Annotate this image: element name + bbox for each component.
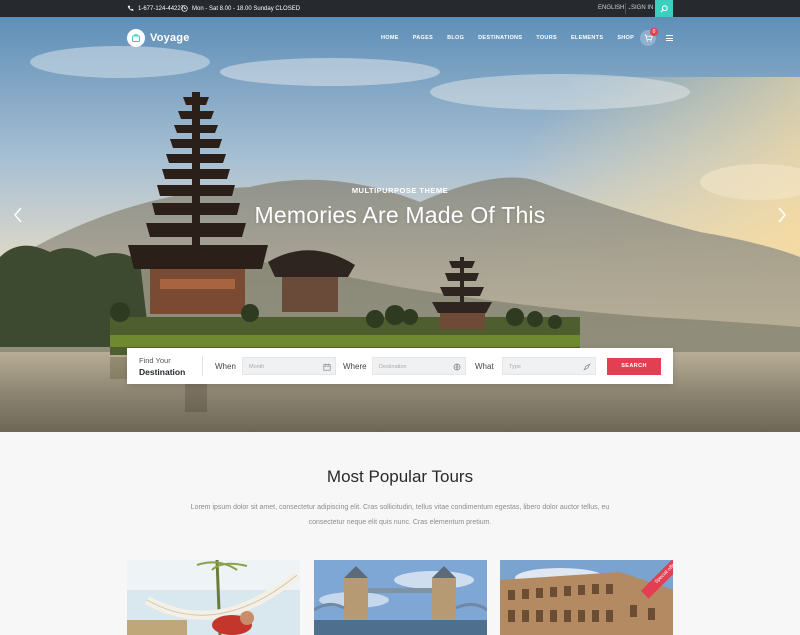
cart-button[interactable]: 0 [640,28,658,46]
phone-number: 1-677-124-44227 [138,5,185,12]
globe-icon [453,363,461,371]
tour-card-london[interactable] [314,560,487,635]
tour-image-tower-bridge [314,560,487,635]
destination-search-panel: Find Your Destination When Month Where D… [127,348,673,384]
search-heading: Find Your Destination [139,356,185,377]
month-field[interactable]: Month [242,357,336,375]
nav-blog[interactable]: BLOG [447,35,464,41]
type-placeholder: Type [509,364,521,370]
cart-count-badge: 0 [650,28,658,36]
language-selector[interactable]: ENGLISH ⌄ [598,5,632,11]
calendar-icon [323,363,331,371]
nav-destinations[interactable]: DESTINATIONS [478,35,522,41]
nav-home[interactable]: HOME [381,35,399,41]
search-heading-line2: Destination [139,367,186,377]
search-button[interactable]: SEARCH [607,358,661,375]
search-divider [202,356,203,376]
search-icon [660,4,668,13]
clock-icon [181,5,188,12]
topbar-search-button[interactable] [655,0,673,17]
nav-pages[interactable]: PAGES [413,35,433,41]
where-label: Where [343,362,367,371]
logo-text: Voyage [150,32,190,44]
hours-text: Mon - Sat 8.00 - 18.00 Sunday CLOSED [192,5,301,12]
popular-tours-section: Most Popular Tours Lorem ipsum dolor sit… [0,432,800,635]
compass-icon [583,363,591,371]
what-label: What [475,362,494,371]
main-navigation: HOME PAGES BLOG DESTINATIONS TOURS ELEME… [381,35,648,41]
section-title: Most Popular Tours [326,467,474,486]
tour-card-rome[interactable]: Special offer [500,560,673,635]
tour-card-beach[interactable] [127,560,300,635]
when-label: When [215,362,236,371]
topbar-divider [625,3,626,14]
tour-image-hammock [127,560,300,635]
hero-headline: Memories Are Made Of This [254,202,546,228]
month-placeholder: Month [249,364,265,370]
suitcase-icon [127,29,145,47]
search-heading-line1: Find Your [139,356,171,365]
nav-tours[interactable]: TOURS [536,35,557,41]
type-field[interactable]: Type [502,357,596,375]
top-bar: 1-677-124-44227 Mon - Sat 8.00 - 18.00 S… [0,0,800,17]
nav-elements[interactable]: ELEMENTS [571,35,603,41]
sign-in-link[interactable]: SIGN IN [631,5,653,11]
hamburger-menu-icon[interactable] [666,35,673,41]
destination-field[interactable]: Destination [372,357,466,375]
site-logo[interactable]: Voyage [127,29,190,47]
destination-placeholder: Destination [379,364,407,370]
phone-contact[interactable]: 1-677-124-44227 [127,5,184,12]
nav-shop[interactable]: SHOP [617,35,634,41]
phone-icon [127,5,134,11]
language-label: ENGLISH [598,5,625,11]
hero-subtitle: MULTIPURPOSE THEME [351,186,449,195]
section-description: Lorem ipsum dolor sit amet, consectetur … [190,504,610,526]
opening-hours: Mon - Sat 8.00 - 18.00 Sunday CLOSED [181,5,300,12]
